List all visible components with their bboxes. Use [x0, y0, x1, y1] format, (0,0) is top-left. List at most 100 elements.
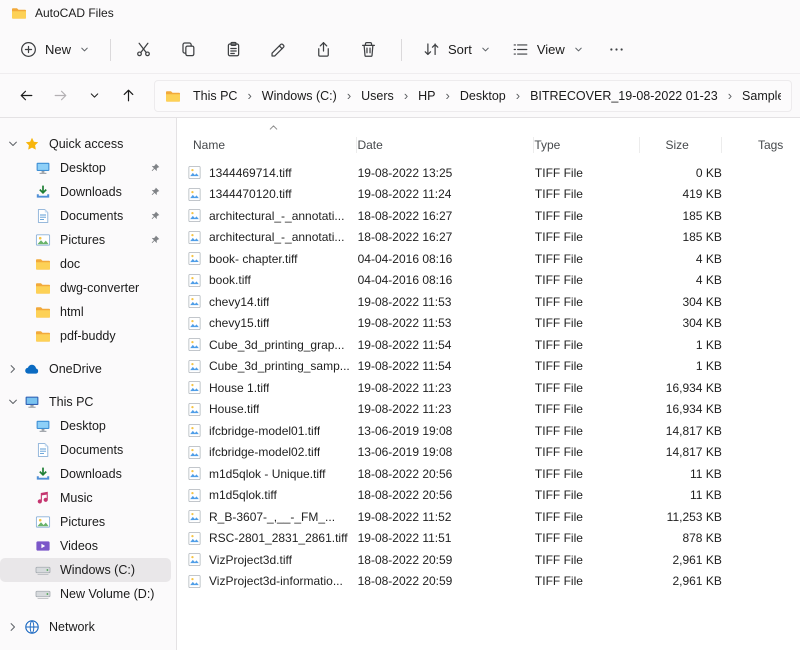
- breadcrumb-separator-icon: ›: [439, 88, 457, 103]
- delete-button[interactable]: [347, 33, 390, 66]
- file-size: 4 KB: [640, 252, 721, 266]
- chevron-right-icon[interactable]: [7, 363, 24, 375]
- cut-button[interactable]: [122, 33, 165, 66]
- file-row[interactable]: 1344470120.tiff19-08-2022 11:24TIFF File…: [177, 184, 800, 206]
- new-button[interactable]: New: [10, 33, 99, 66]
- tiff-file-icon: [187, 380, 202, 395]
- breadcrumb-item-bitrecover-19-08-2022-01-23[interactable]: BITRECOVER_19-08-2022 01-23: [527, 85, 721, 107]
- sidebar-item-desktop[interactable]: Desktop: [0, 156, 171, 180]
- file-type: TIFF File: [535, 424, 640, 438]
- file-date: 04-04-2016 08:16: [358, 273, 535, 287]
- rename-button[interactable]: [257, 33, 300, 66]
- column-header-tags[interactable]: Tags: [758, 137, 800, 153]
- chevron-down-icon: [79, 44, 90, 55]
- sidebar-item-label: Videos: [60, 539, 98, 553]
- sidebar-item-pdf-buddy[interactable]: pdf-buddy: [0, 324, 171, 348]
- sidebar-item-desktop[interactable]: Desktop: [0, 414, 171, 438]
- copy-icon: [179, 40, 198, 59]
- sidebar-item-label: pdf-buddy: [60, 329, 116, 343]
- file-type: TIFF File: [535, 316, 640, 330]
- view-button[interactable]: View: [502, 33, 593, 66]
- file-row[interactable]: architectural_-_annotati...18-08-2022 16…: [177, 205, 800, 227]
- file-row[interactable]: House.tiff19-08-2022 11:23TIFF File16,93…: [177, 399, 800, 421]
- file-row[interactable]: chevy15.tiff19-08-2022 11:53TIFF File304…: [177, 313, 800, 335]
- forward-button[interactable]: [44, 80, 76, 112]
- file-name-cell: RSC-2801_2831_2861.tiff: [187, 531, 358, 546]
- file-row[interactable]: R_B-3607-_,__-_FM_...19-08-2022 11:52TIF…: [177, 506, 800, 528]
- file-type: TIFF File: [535, 488, 640, 502]
- sidebar-item-onedrive[interactable]: OneDrive: [0, 357, 171, 381]
- sidebar-item-dwg-converter[interactable]: dwg-converter: [0, 276, 171, 300]
- recent-locations-button[interactable]: [78, 80, 110, 112]
- breadcrumb-item-hp[interactable]: HP: [415, 85, 438, 107]
- file-row[interactable]: VizProject3d.tiff18-08-2022 20:59TIFF Fi…: [177, 549, 800, 571]
- content-area: Quick accessDesktopDownloadsDocumentsPic…: [0, 118, 800, 650]
- up-button[interactable]: [112, 80, 144, 112]
- sidebar-item-doc[interactable]: doc: [0, 252, 171, 276]
- downloads-icon: [35, 466, 51, 482]
- copy-button[interactable]: [167, 33, 210, 66]
- window-title: AutoCAD Files: [35, 6, 114, 20]
- back-arrow-icon: [18, 87, 35, 104]
- share-button[interactable]: [302, 33, 345, 66]
- column-header-date[interactable]: Date: [357, 137, 534, 153]
- file-size: 4 KB: [640, 273, 721, 287]
- file-size: 11,253 KB: [640, 510, 721, 524]
- breadcrumb-item-desktop[interactable]: Desktop: [457, 85, 509, 107]
- sidebar-item-quick-access[interactable]: Quick access: [0, 132, 171, 156]
- more-options-button[interactable]: [595, 33, 638, 66]
- file-row[interactable]: Cube_3d_printing_grap...19-08-2022 11:54…: [177, 334, 800, 356]
- column-header-type[interactable]: Type: [534, 137, 639, 153]
- back-button[interactable]: [10, 80, 42, 112]
- sidebar-item-downloads[interactable]: Downloads: [0, 180, 171, 204]
- pin-icon: [149, 186, 161, 198]
- file-row[interactable]: book.tiff04-04-2016 08:16TIFF File4 KB: [177, 270, 800, 292]
- file-name: ifcbridge-model02.tiff: [209, 445, 320, 459]
- sidebar-item-windows-c[interactable]: Windows (C:): [0, 558, 171, 582]
- file-type: TIFF File: [535, 273, 640, 287]
- chevron-down-icon[interactable]: [7, 138, 24, 150]
- breadcrumb-item-this-pc[interactable]: This PC: [190, 85, 240, 107]
- file-row[interactable]: m1d5qlok - Unique.tiff18-08-2022 20:56TI…: [177, 463, 800, 485]
- sidebar-item-downloads[interactable]: Downloads: [0, 462, 171, 486]
- sidebar-item-html[interactable]: html: [0, 300, 171, 324]
- breadcrumb-item-sample-files[interactable]: Sample files: [739, 85, 781, 107]
- file-row[interactable]: 1344469714.tiff19-08-2022 13:25TIFF File…: [177, 162, 800, 184]
- file-row[interactable]: book- chapter.tiff04-04-2016 08:16TIFF F…: [177, 248, 800, 270]
- sidebar-item-new-volume-d[interactable]: New Volume (D:): [0, 582, 171, 606]
- file-row[interactable]: m1d5qlok.tiff18-08-2022 20:56TIFF File11…: [177, 485, 800, 507]
- file-row[interactable]: ifcbridge-model01.tiff13-06-2019 19:08TI…: [177, 420, 800, 442]
- sidebar-item-documents[interactable]: Documents: [0, 204, 171, 228]
- file-row[interactable]: House 1.tiff19-08-2022 11:23TIFF File16,…: [177, 377, 800, 399]
- sidebar-item-pictures[interactable]: Pictures: [0, 228, 171, 252]
- address-bar[interactable]: This PC›Windows (C:)›Users›HP›Desktop›BI…: [154, 80, 792, 112]
- paste-button[interactable]: [212, 33, 255, 66]
- breadcrumb-item-users[interactable]: Users: [358, 85, 397, 107]
- file-row[interactable]: Cube_3d_printing_samp...19-08-2022 11:54…: [177, 356, 800, 378]
- file-row[interactable]: RSC-2801_2831_2861.tiff19-08-2022 11:51T…: [177, 528, 800, 550]
- sidebar-item-videos[interactable]: Videos: [0, 534, 171, 558]
- file-row[interactable]: architectural_-_annotati...18-08-2022 16…: [177, 227, 800, 249]
- sidebar-item-documents[interactable]: Documents: [0, 438, 171, 462]
- column-header-name[interactable]: Name: [187, 137, 357, 153]
- file-name-cell: architectural_-_annotati...: [187, 230, 358, 245]
- breadcrumb-item-windows-c[interactable]: Windows (C:): [259, 85, 340, 107]
- breadcrumb: This PC›Windows (C:)›Users›HP›Desktop›BI…: [190, 85, 781, 107]
- sidebar-item-pictures[interactable]: Pictures: [0, 510, 171, 534]
- sidebar-item-this-pc[interactable]: This PC: [0, 390, 171, 414]
- sidebar-item-music[interactable]: Music: [0, 486, 171, 510]
- file-row[interactable]: ifcbridge-model02.tiff13-06-2019 19:08TI…: [177, 442, 800, 464]
- chevron-right-icon[interactable]: [7, 621, 24, 633]
- sidebar-item-label: Windows (C:): [60, 563, 135, 577]
- chevron-down-icon[interactable]: [7, 396, 24, 408]
- file-row[interactable]: chevy14.tiff19-08-2022 11:53TIFF File304…: [177, 291, 800, 313]
- file-date: 19-08-2022 13:25: [358, 166, 535, 180]
- file-size: 16,934 KB: [640, 381, 721, 395]
- tiff-file-icon: [187, 187, 202, 202]
- column-header-size[interactable]: Size: [640, 137, 722, 153]
- sidebar-item-network[interactable]: Network: [0, 615, 171, 639]
- sidebar-item-label: doc: [60, 257, 80, 271]
- music-icon: [35, 490, 51, 506]
- file-row[interactable]: VizProject3d-informatio...18-08-2022 20:…: [177, 571, 800, 593]
- sort-button[interactable]: Sort: [413, 33, 500, 66]
